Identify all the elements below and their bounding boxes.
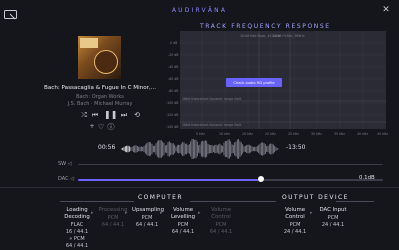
check-hd-profile-label: Check audio HD profile	[233, 81, 275, 85]
y-tick: -40 dB	[168, 65, 178, 69]
album-cover	[78, 36, 121, 79]
stage-name: Loading Decoding	[64, 207, 90, 220]
divider	[0, 187, 399, 188]
repeat-icon[interactable]: ⟲	[133, 110, 141, 120]
signal-stage: Loading Decoding FLAC 16 / 44.1» PCM 64 / 44…	[64, 207, 90, 250]
track-artists: J.S. Bach · Michael Murray	[67, 101, 133, 107]
y-tick: -20 dB	[168, 53, 178, 57]
output-device-section-label: OUTPUT DEVICE	[282, 194, 349, 201]
stage-format: PCM 64 / 44.1	[101, 215, 125, 228]
dac-volume-label: DAC ◁	[58, 176, 75, 182]
x-tick: 15 kHz	[242, 132, 253, 136]
stage-format: PCM 64 / 44.1	[171, 222, 195, 235]
signal-stage: Volume Levelling PCM 64 / 44.1	[168, 207, 198, 236]
y-tick: -120 dB	[166, 113, 178, 117]
remaining-time: -13:50	[286, 144, 306, 151]
x-tick: 30 kHz	[311, 132, 322, 136]
shuffle-icon[interactable]: ⤮	[80, 110, 88, 120]
stage-format: PCM 64 / 44.1	[209, 222, 233, 235]
x-tick: 10 kHz	[219, 132, 230, 136]
track-actions: + ♡ ⓘ	[88, 122, 116, 132]
stage-name: Processing	[98, 207, 128, 213]
speaker-icon: ◁	[67, 161, 72, 167]
x-tick: 20 kHz	[265, 132, 276, 136]
dac-volume-fill	[78, 179, 261, 181]
y-tick: -100 dB	[166, 101, 178, 105]
x-tick: 35 kHz	[334, 132, 345, 136]
y-tick: -60 dB	[168, 77, 178, 81]
divider	[60, 201, 134, 202]
dac-volume-value: 0.1dB	[359, 175, 375, 181]
x-tick: 45 kHz	[377, 132, 388, 136]
annotation-dynamic-range: 16bit theoretical dynamic range limit	[182, 97, 242, 101]
add-icon[interactable]: +	[88, 122, 96, 132]
heart-icon[interactable]: ♡	[97, 122, 105, 132]
close-icon[interactable]: ✕	[381, 5, 391, 15]
pause-icon[interactable]: ❚❚	[104, 110, 117, 120]
y-tick: -140 dB	[166, 125, 178, 129]
software-volume-slider[interactable]	[78, 164, 383, 165]
divider	[336, 201, 374, 202]
stage-name: Volume Control	[284, 207, 306, 220]
chevron-right-icon: ▸	[125, 210, 128, 216]
next-icon[interactable]: ⏭	[120, 110, 128, 120]
chevron-right-icon: ▸	[160, 210, 163, 216]
divider	[190, 201, 276, 202]
computer-section-label: COMPUTER	[138, 194, 183, 201]
x-tick: 25 kHz	[288, 132, 299, 136]
chevron-right-icon: ▸	[310, 210, 313, 216]
track-title: Bach: Passacaglia & Fugue In C Minor,...	[44, 85, 157, 91]
chevron-right-icon: ▸	[198, 210, 201, 216]
elapsed-time: 00:56	[98, 144, 116, 151]
y-tick: 0 dB	[170, 41, 177, 45]
annotation-dynamic-range: 16bit theoretical dynamic range limit	[182, 123, 242, 127]
frequency-chart: 0 dB -20 dB -40 dB -60 dB -80 dB -100 dB…	[152, 31, 392, 137]
stage-name: DAC Input	[319, 207, 347, 213]
signal-stage: Volume Control PCM 24 / 44.1	[280, 207, 310, 236]
app-title: AUDIRVĀNA	[171, 7, 228, 14]
signal-stage: Processing PCM 64 / 44.1	[98, 207, 128, 229]
y-tick: -80 dB	[168, 89, 178, 93]
x-tick: 5 kHz	[196, 132, 205, 136]
previous-icon[interactable]: ⏮	[91, 110, 99, 120]
speaker-icon: ◁	[70, 176, 75, 182]
software-volume-label: SW ◁	[58, 161, 72, 167]
track-album: Bach: Organ Works	[76, 94, 124, 100]
stage-format: PCM 24 / 44.1	[321, 215, 345, 228]
chart-title: TRACK FREQUENCY RESPONSE	[200, 23, 331, 30]
stage-format: PCM 64 / 44.1	[135, 215, 159, 228]
chevron-right-icon: ▸	[91, 210, 94, 216]
title-bar: AUDIRVĀNA ✕	[0, 0, 399, 22]
info-icon[interactable]: ⓘ	[107, 122, 115, 132]
dac-volume-handle[interactable]	[258, 176, 264, 182]
x-tick: 40 kHz	[357, 132, 368, 136]
stage-name: Volume Control	[210, 207, 232, 220]
waveform-seekbar[interactable]	[118, 138, 282, 160]
signal-stage: Volume Control PCM 64 / 44.1	[207, 207, 235, 236]
playback-controls: ⤮ ⏮ ❚❚ ⏭ ⟲	[80, 110, 142, 122]
stage-format: PCM 24 / 44.1	[283, 222, 307, 235]
stage-format: FLAC 16 / 44.1» PCM 64 / 44.1	[65, 222, 89, 249]
signal-stage: Upsampling PCM 64 / 44.1	[132, 207, 164, 229]
dac-volume-slider[interactable]	[78, 179, 383, 181]
stage-name: Upsampling	[132, 207, 164, 213]
annotation-hires: 24-bit Hi-Res, 96kHz	[272, 34, 305, 38]
signal-stage: DAC Input PCM 24 / 44.1	[316, 207, 350, 229]
stage-name: Volume Levelling	[170, 207, 196, 220]
